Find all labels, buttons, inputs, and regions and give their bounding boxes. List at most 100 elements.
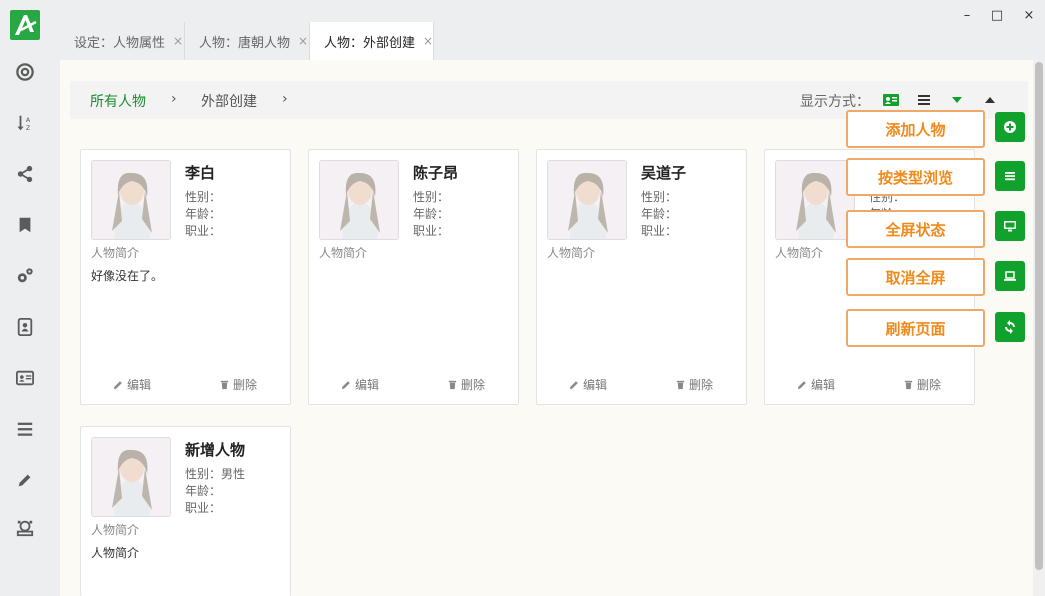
contact-book-icon[interactable] [15, 317, 35, 337]
character-name: 李白 [185, 164, 216, 182]
tab-label: 人物：唐朝人物 [199, 35, 291, 51]
tab-close-icon[interactable]: × [423, 34, 433, 48]
chevron-right-icon: › [171, 91, 177, 107]
pencil-icon [113, 381, 122, 390]
callout-refresh: 刷新页面 [846, 309, 985, 347]
pencil-icon [569, 381, 578, 390]
exit-fullscreen-button[interactable] [995, 261, 1025, 291]
fullscreen-button[interactable] [995, 211, 1025, 241]
callout-fullscreen: 全屏状态 [846, 210, 985, 248]
intro-label: 人物简介 [319, 246, 368, 260]
add-character-button[interactable] [995, 112, 1025, 142]
tab-external-created[interactable]: 人物：外部创建 × [310, 22, 434, 60]
trash-icon [676, 380, 685, 390]
delete-label: 删除 [917, 378, 942, 392]
edit-label: 编辑 [127, 378, 152, 392]
caret-up-icon[interactable] [982, 93, 998, 107]
avatar [775, 160, 855, 240]
bookmark-icon[interactable] [15, 215, 35, 235]
tab-close-icon[interactable]: × [173, 34, 183, 48]
gender-field: 性别：男性 [185, 467, 246, 481]
laptop-icon [1004, 271, 1016, 281]
monitor-icon [1004, 221, 1016, 232]
pencil-icon [341, 381, 350, 390]
character-card[interactable]: 陈子昂 性别： 年龄： 职业： 人物简介 编辑 删除 [308, 149, 519, 405]
avatar [319, 160, 399, 240]
lifebuoy-icon[interactable] [15, 62, 35, 82]
gender-field: 性别： [413, 190, 450, 204]
breadcrumb-current: 外部创建 [201, 94, 257, 110]
edit-label: 编辑 [355, 378, 380, 392]
edit-button[interactable]: 编辑 [797, 376, 835, 393]
pencil-icon[interactable] [15, 470, 35, 490]
tab-bar: 设定：人物属性 × 人物：唐朝人物 × 人物：外部创建 × – □ × [60, 0, 1045, 60]
browse-by-type-button[interactable] [995, 161, 1025, 191]
plus-circle-icon [1004, 121, 1016, 133]
close-window-button[interactable]: × [1021, 8, 1037, 23]
scrollbar-thumb[interactable] [1035, 62, 1043, 570]
character-card[interactable]: 新增人物 性别：男性 年龄： 职业： 人物简介 人物简介 [80, 426, 291, 596]
refresh-button[interactable] [995, 312, 1025, 342]
svg-text:A: A [26, 117, 31, 124]
menu-list-icon[interactable] [15, 419, 35, 439]
trash-icon [220, 380, 229, 390]
tab-label: 人物：外部创建 [324, 35, 416, 51]
character-card[interactable]: 李白 性别： 年龄： 职业： 人物简介 好像没在了。 编辑 删除 [80, 149, 291, 405]
occupation-field: 职业： [185, 501, 222, 515]
svg-text:Z: Z [26, 125, 31, 132]
avatar [91, 437, 171, 517]
character-name: 新增人物 [185, 441, 246, 459]
edit-button[interactable]: 编辑 [341, 376, 379, 393]
intro-label: 人物简介 [91, 523, 140, 537]
delete-button[interactable]: 删除 [219, 376, 257, 393]
edit-button[interactable]: 编辑 [113, 376, 151, 393]
list-icon [1005, 172, 1015, 181]
character-name: 陈子昂 [413, 164, 459, 182]
edit-label: 编辑 [583, 378, 608, 392]
delete-label: 删除 [461, 378, 486, 392]
character-card[interactable]: 吴道子 性别： 年龄： 职业： 人物简介 编辑 删除 [536, 149, 747, 405]
intro-label: 人物简介 [91, 246, 140, 260]
tab-close-icon[interactable]: × [298, 34, 308, 48]
pencil-icon [797, 381, 806, 390]
delete-button[interactable]: 删除 [675, 376, 713, 393]
display-mode-label: 显示方式： [800, 94, 870, 110]
card-view-icon[interactable] [883, 93, 899, 107]
share-icon[interactable] [15, 164, 35, 184]
trash-icon [448, 380, 457, 390]
intro-text: 人物简介 [91, 546, 140, 560]
delete-label: 删除 [689, 378, 714, 392]
app-logo [10, 10, 40, 40]
vertical-scrollbar[interactable] [1033, 60, 1045, 596]
edit-button[interactable]: 编辑 [569, 376, 607, 393]
network-frame-icon[interactable] [15, 518, 35, 538]
age-field: 年龄： [413, 207, 450, 221]
maximize-button[interactable]: □ [989, 8, 1005, 23]
callout-add-character: 添加人物 [846, 110, 985, 148]
chevron-right-icon: › [282, 91, 288, 107]
refresh-icon [1005, 320, 1015, 334]
list-view-icon[interactable] [917, 93, 933, 107]
tab-label: 设定：人物属性 [74, 35, 166, 51]
intro-label: 人物简介 [547, 246, 596, 260]
avatar [91, 160, 171, 240]
sort-az-icon[interactable]: AZ [15, 113, 35, 133]
edit-label: 编辑 [811, 378, 836, 392]
caret-down-icon[interactable] [949, 93, 965, 107]
id-card-icon[interactable] [15, 368, 35, 388]
age-field: 年龄： [641, 207, 678, 221]
occupation-field: 职业： [413, 224, 450, 238]
delete-button[interactable]: 删除 [447, 376, 485, 393]
breadcrumb-root-link[interactable]: 所有人物 [90, 91, 146, 111]
sidebar: AZ [0, 0, 60, 596]
avatar [547, 160, 627, 240]
delete-button[interactable]: 删除 [903, 376, 941, 393]
intro-text: 好像没在了。 [91, 269, 164, 283]
tab-tang-characters[interactable]: 人物：唐朝人物 × [185, 22, 310, 60]
occupation-field: 职业： [641, 224, 678, 238]
callout-browse-by-type: 按类型浏览 [846, 158, 985, 196]
gears-icon[interactable] [15, 266, 35, 286]
minimize-button[interactable]: – [959, 8, 975, 23]
age-field: 年龄： [185, 207, 222, 221]
tab-character-attributes[interactable]: 设定：人物属性 × [60, 22, 185, 60]
